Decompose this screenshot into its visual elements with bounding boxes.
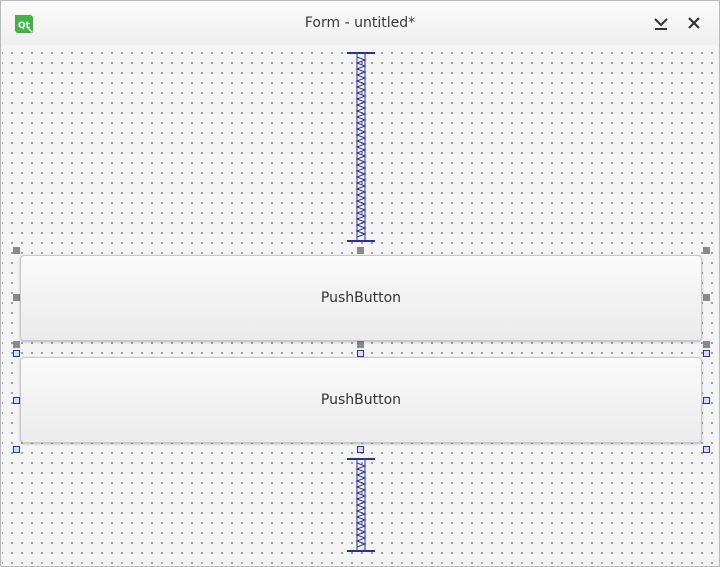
resize-handle[interactable] [703, 341, 710, 348]
resize-handle[interactable] [13, 247, 20, 254]
form-window: Qt Form - untitled* PushButton PushButto… [0, 0, 720, 567]
push-button-2[interactable]: PushButton [20, 357, 702, 443]
vertical-spacer-top[interactable] [341, 51, 381, 243]
selection-handle[interactable] [13, 350, 20, 357]
resize-handle[interactable] [703, 294, 710, 301]
chevron-down-icon[interactable] [651, 13, 671, 33]
close-icon[interactable] [684, 13, 704, 33]
resize-handle[interactable] [357, 341, 364, 348]
selection-handle[interactable] [703, 446, 710, 453]
selection-handle[interactable] [357, 350, 364, 357]
selection-handle[interactable] [13, 397, 20, 404]
vertical-spacer-bottom[interactable] [341, 457, 381, 553]
resize-handle[interactable] [357, 247, 364, 254]
push-button-1[interactable]: PushButton [20, 255, 702, 341]
selection-handle[interactable] [13, 446, 20, 453]
selection-handle[interactable] [703, 350, 710, 357]
form-canvas[interactable]: PushButton PushButton [2, 45, 718, 565]
title-bar[interactable]: Qt Form - untitled* [1, 1, 719, 46]
resize-handle[interactable] [703, 247, 710, 254]
resize-handle[interactable] [13, 294, 20, 301]
selection-handle[interactable] [357, 446, 364, 453]
window-title: Form - untitled* [304, 15, 416, 31]
selection-handle[interactable] [703, 397, 710, 404]
resize-handle[interactable] [13, 341, 20, 348]
